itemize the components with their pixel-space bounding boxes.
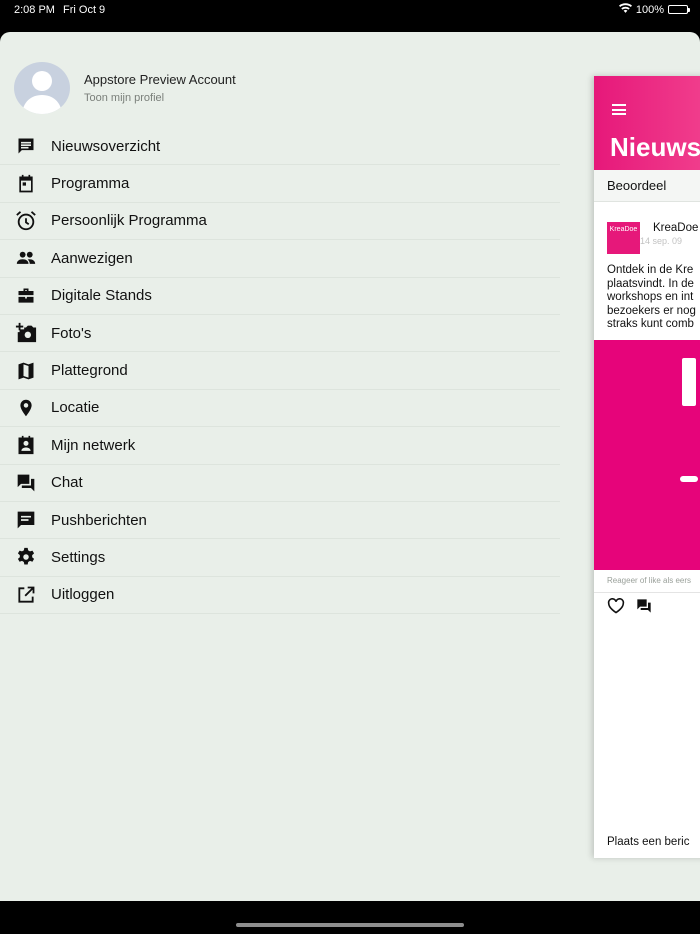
comment-icon[interactable]: [635, 598, 653, 619]
view-profile-link[interactable]: Toon mijn profiel: [84, 92, 236, 104]
divider: [594, 592, 700, 593]
side-menu: Nieuwsoverzicht Programma Persoonlijk Pr…: [0, 128, 560, 615]
menu-item-plattegrond[interactable]: Plattegrond: [0, 352, 560, 390]
battery-percent: 100%: [635, 3, 664, 16]
post-body: Ontdek in de Kre plaatsvindt. In de work…: [607, 264, 696, 332]
forum-icon: [15, 472, 37, 494]
briefcase-icon: [15, 285, 37, 307]
heart-icon[interactable]: [607, 598, 625, 619]
react-hint: Reageer of like als eers: [607, 576, 692, 585]
post-date: 14 sep. 09: [640, 236, 683, 246]
menu-label: Digitale Stands: [51, 287, 152, 305]
post-image[interactable]: [594, 340, 700, 570]
post-author: KreaDoe: [653, 222, 699, 234]
add-photo-icon: [15, 322, 37, 344]
rate-bar[interactable]: Beoordeel: [594, 170, 700, 202]
status-date: Fri Oct 9: [63, 4, 106, 16]
location-pin-icon: [15, 397, 37, 419]
news-header: Nieuws: [594, 76, 700, 170]
contact-card-icon: [15, 434, 37, 456]
menu-item-mijn-netwerk[interactable]: Mijn netwerk: [0, 427, 560, 465]
status-time: 2:08 PM: [14, 4, 55, 16]
home-indicator[interactable]: [236, 923, 464, 927]
menu-label: Persoonlijk Programma: [51, 212, 207, 230]
menu-item-persoonlijk-programma[interactable]: Persoonlijk Programma: [0, 203, 560, 241]
profile-name: Appstore Preview Account: [84, 72, 236, 87]
gear-icon: [15, 546, 37, 568]
menu-item-programma[interactable]: Programma: [0, 165, 560, 203]
post-body-line: workshops en int: [607, 291, 694, 304]
menu-label: Programma: [51, 175, 130, 193]
news-screen-preview[interactable]: Nieuws Beoordeel KreaDoe KreaDoe 14 sep.…: [594, 76, 700, 858]
status-right: 100%: [618, 3, 690, 16]
menu-item-nieuwsoverzicht[interactable]: Nieuwsoverzicht: [0, 128, 560, 166]
menu-item-pushberichten[interactable]: Pushberichten: [0, 502, 560, 540]
menu-item-fotos[interactable]: Foto's: [0, 315, 560, 353]
app-screen: Appstore Preview Account Toon mijn profi…: [0, 32, 700, 901]
menu-item-locatie[interactable]: Locatie: [0, 390, 560, 428]
calendar-icon: [15, 173, 37, 195]
menu-item-settings[interactable]: Settings: [0, 539, 560, 577]
post-header: KreaDoe KreaDoe 14 sep. 09: [607, 222, 698, 254]
menu-item-digitale-stands[interactable]: Digitale Stands: [0, 278, 560, 315]
post-logo: KreaDoe: [607, 222, 640, 254]
post-actions: [607, 598, 653, 619]
post-body-line: Ontdek in de Kre: [607, 264, 694, 276]
news-chat-icon: [15, 135, 37, 157]
menu-item-aanwezigen[interactable]: Aanwezigen: [0, 240, 560, 278]
menu-label: Foto's: [51, 324, 92, 342]
menu-item-chat[interactable]: Chat: [0, 465, 560, 502]
post-body-line: bezoekers er nog: [607, 304, 696, 317]
hamburger-menu-icon[interactable]: [612, 104, 626, 118]
menu-label: Plattegrond: [51, 362, 128, 380]
profile-header[interactable]: Appstore Preview Account Toon mijn profi…: [14, 62, 236, 114]
status-bar: 2:08 PM Fri Oct 9 100%: [0, 0, 700, 32]
menu-label: Aanwezigen: [51, 249, 133, 267]
menu-label: Nieuwsoverzicht: [51, 137, 161, 155]
open-external-icon: [15, 584, 37, 606]
wifi-icon: [618, 3, 632, 16]
menu-item-uitloggen[interactable]: Uitloggen: [0, 577, 560, 615]
alarm-clock-icon: [15, 210, 37, 232]
post-body-line: straks kunt comb: [607, 318, 694, 331]
menu-label: Mijn netwerk: [51, 436, 136, 454]
message-icon: [15, 509, 37, 531]
menu-label: Settings: [51, 548, 106, 566]
menu-label: Uitloggen: [51, 586, 115, 604]
map-icon: [15, 360, 37, 382]
avatar[interactable]: [14, 62, 70, 114]
post-body-line: plaatsvindt. In de: [607, 277, 694, 290]
menu-label: Locatie: [51, 399, 100, 417]
battery-icon: [668, 5, 690, 14]
news-title: Nieuws: [610, 132, 700, 162]
menu-label: Chat: [51, 474, 83, 492]
post-message-prompt[interactable]: Plaats een beric: [607, 836, 689, 848]
people-icon: [15, 247, 37, 269]
menu-label: Pushberichten: [51, 511, 147, 529]
